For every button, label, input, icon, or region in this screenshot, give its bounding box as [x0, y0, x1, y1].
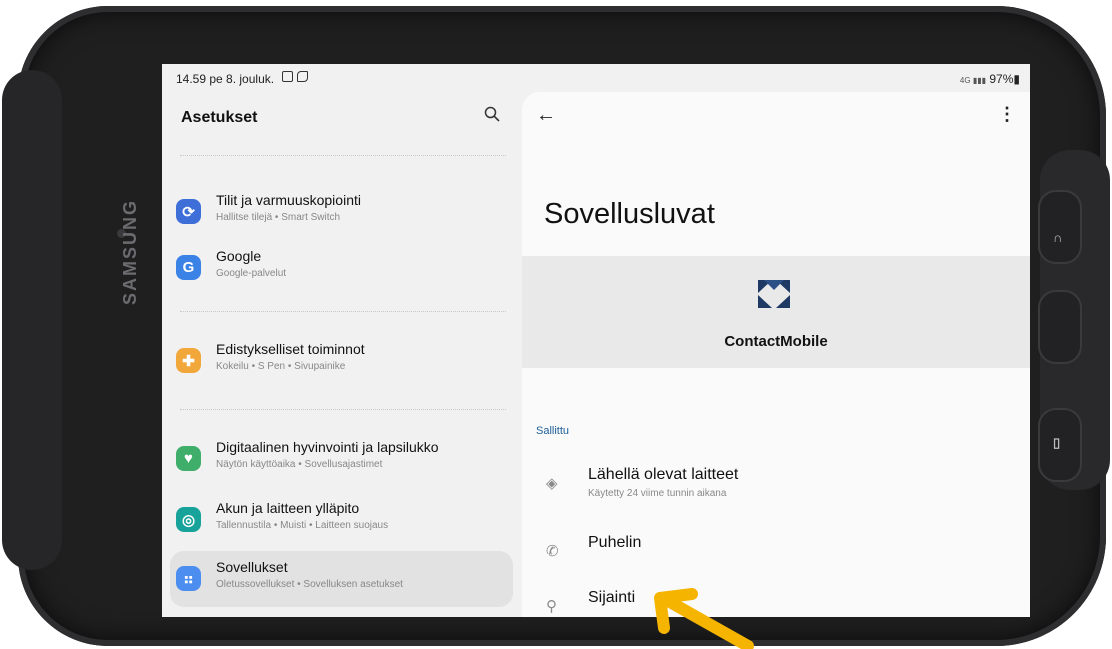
screen: 14.59 pe 8. jouluk. 4G ▮▮▮ 97%▮ Asetukse…	[162, 64, 1030, 617]
highlight-arrow-icon	[654, 588, 754, 649]
item-subtitle: Hallitse tilejä • Smart Switch	[216, 212, 341, 223]
phone-icon: ✆	[546, 543, 559, 560]
divider	[180, 311, 506, 312]
google-icon: G	[176, 255, 201, 280]
settings-item-apps[interactable]: ⠶ Sovellukset Oletussovellukset • Sovell…	[170, 551, 513, 607]
divider	[180, 409, 506, 410]
permissions-title: Sovellusluvat	[544, 198, 715, 230]
app-name: ContactMobile	[724, 333, 828, 350]
battery-percent: 97%▮	[989, 72, 1020, 86]
app-logo-icon	[758, 280, 790, 308]
permission-title: Sijainti	[588, 589, 636, 606]
sync-icon: ⟳	[176, 199, 201, 224]
side-button-top[interactable]	[1038, 190, 1082, 264]
permission-subtitle: Käytetty 24 viime tunnin aikana	[588, 488, 727, 499]
divider	[180, 155, 506, 156]
device-care-icon: ◎	[176, 507, 201, 532]
item-title: Edistykselliset toiminnot	[216, 341, 365, 357]
app-header	[522, 256, 1030, 368]
settings-item-accounts[interactable]: ⟳ Tilit ja varmuuskopiointi Hallitse til…	[170, 184, 513, 240]
more-options-icon[interactable]: ⋮	[998, 104, 1016, 125]
permission-location[interactable]: ⚲ Sijainti	[536, 587, 1016, 617]
back-arrow-icon[interactable]: ←	[536, 104, 556, 127]
permission-phone[interactable]: ✆ Puhelin	[536, 532, 1016, 572]
wellbeing-icon: ♥	[176, 446, 201, 471]
item-subtitle: Tallennustila • Muisti • Laitteen suojau…	[216, 520, 389, 531]
settings-item-device-care[interactable]: ◎ Akun ja laitteen ylläpito Tallennustil…	[170, 492, 513, 548]
back-hw-icon: ∩	[1053, 230, 1063, 245]
item-title: Tilit ja varmuuskopiointi	[216, 192, 361, 208]
apps-icon: ⠶	[176, 566, 201, 591]
item-subtitle: Oletussovellukset • Sovelluksen asetukse…	[216, 579, 403, 590]
app-permissions-panel: ← ⋮ Sovellusluvat ContactMobile Sallittu…	[522, 92, 1030, 617]
tablet-left-bumper	[2, 70, 62, 570]
side-button-home[interactable]	[1038, 290, 1082, 364]
item-title: Digitaalinen hyvinvointi ja lapsilukko	[216, 439, 439, 455]
status-time: 14.59 pe 8. jouluk.	[176, 72, 275, 86]
item-subtitle: Näytön käyttöaika • Sovellusajastimet	[216, 459, 383, 470]
item-title: Sovellukset	[216, 559, 288, 575]
settings-item-wellbeing[interactable]: ♥ Digitaalinen hyvinvointi ja lapsilukko…	[170, 431, 513, 487]
screenshot-icon	[297, 71, 308, 82]
permission-title: Puhelin	[588, 534, 642, 551]
settings-item-google[interactable]: G Google Google-palvelut	[170, 240, 513, 296]
item-title: Akun ja laitteen ylläpito	[216, 500, 360, 516]
gallery-icon	[282, 71, 293, 82]
status-bar: 14.59 pe 8. jouluk. 4G ▮▮▮ 97%▮	[162, 64, 1030, 92]
search-icon[interactable]	[484, 106, 500, 122]
nearby-devices-icon: ◈	[546, 475, 558, 492]
signal-icon: 4G ▮▮▮	[959, 76, 987, 85]
brand-logo: SAMSUNG	[120, 198, 140, 305]
settings-item-advanced[interactable]: ✚ Edistykselliset toiminnot Kokeilu • S …	[170, 333, 513, 389]
page-title: Asetukset	[181, 109, 258, 126]
settings-panel: Asetukset ⟳ Tilit ja varmuuskopiointi Ha…	[162, 92, 514, 617]
battery-status: 4G ▮▮▮ 97%▮	[960, 72, 1020, 86]
status-icons	[282, 71, 308, 82]
location-icon: ⚲	[546, 598, 557, 615]
item-subtitle: Google-palvelut	[216, 268, 287, 279]
permission-nearby-devices[interactable]: ◈ Lähellä olevat laitteet Käytetty 24 vi…	[536, 464, 1016, 504]
item-title: Google	[216, 248, 262, 264]
section-allowed: Sallittu	[536, 425, 570, 437]
permission-title: Lähellä olevat laitteet	[588, 466, 739, 483]
item-subtitle: Kokeilu • S Pen • Sivupainike	[216, 361, 346, 372]
gear-plus-icon: ✚	[176, 348, 201, 373]
recent-hw-icon: ▯	[1053, 435, 1061, 450]
